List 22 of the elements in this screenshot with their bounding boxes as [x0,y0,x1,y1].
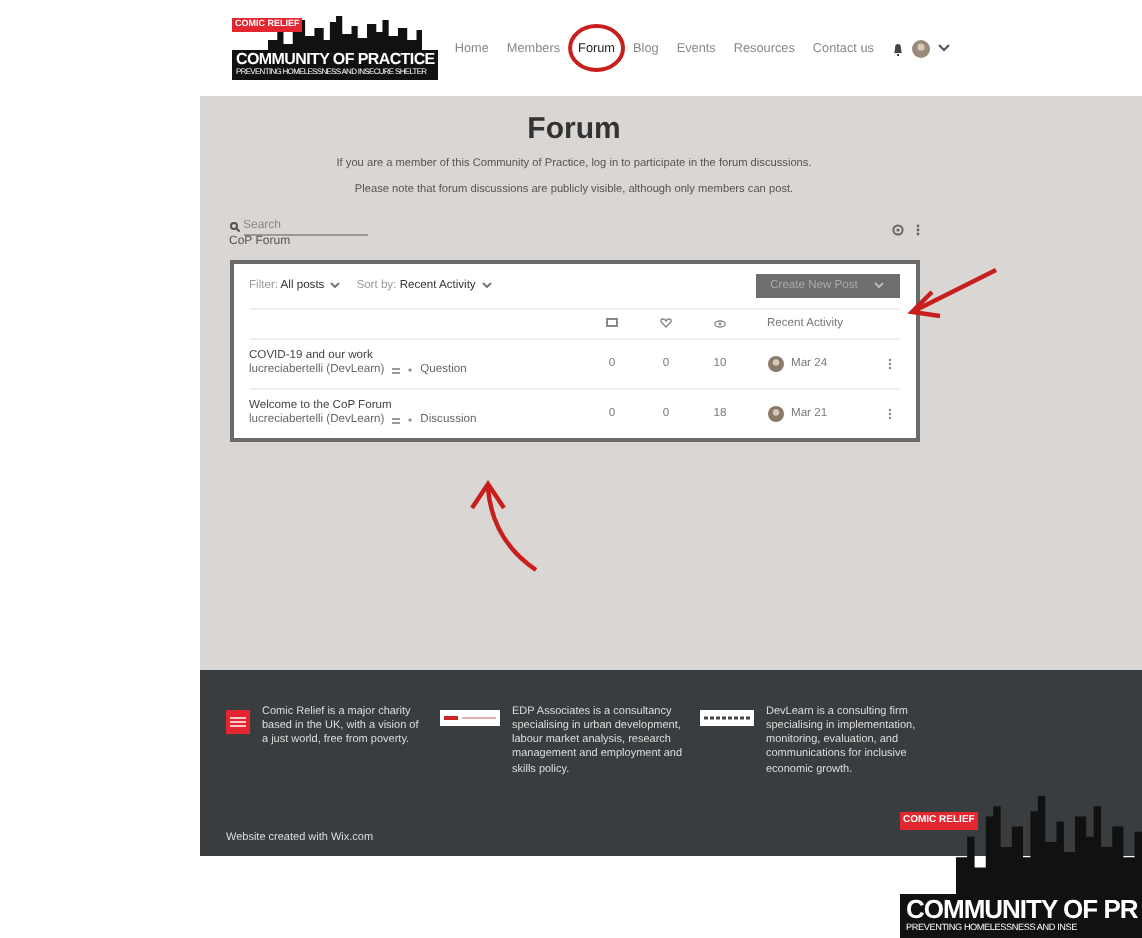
search-icon [229,222,239,233]
annotation-arrow [907,268,997,319]
caret-icon [937,44,950,52]
dot-icon [408,418,413,423]
caret-icon [330,282,341,289]
avatar-icon [767,355,783,372]
bell-icon [891,41,904,55]
dot-icon [408,368,413,373]
partner-logo-icon [440,710,500,726]
eye-icon [714,319,726,328]
avatar-icon [911,39,930,57]
page-title: Forum [527,112,621,146]
annotation-circle [568,24,626,72]
partner-logo-icon [700,710,754,726]
caret-icon [873,282,884,289]
heart-icon [660,318,672,329]
caret-icon [481,282,492,289]
charity-logo-icon [226,710,250,734]
annotation-arrow [470,480,538,572]
comment-icon [606,318,618,329]
avatar-icon [767,405,783,422]
settings-icon [891,223,903,236]
